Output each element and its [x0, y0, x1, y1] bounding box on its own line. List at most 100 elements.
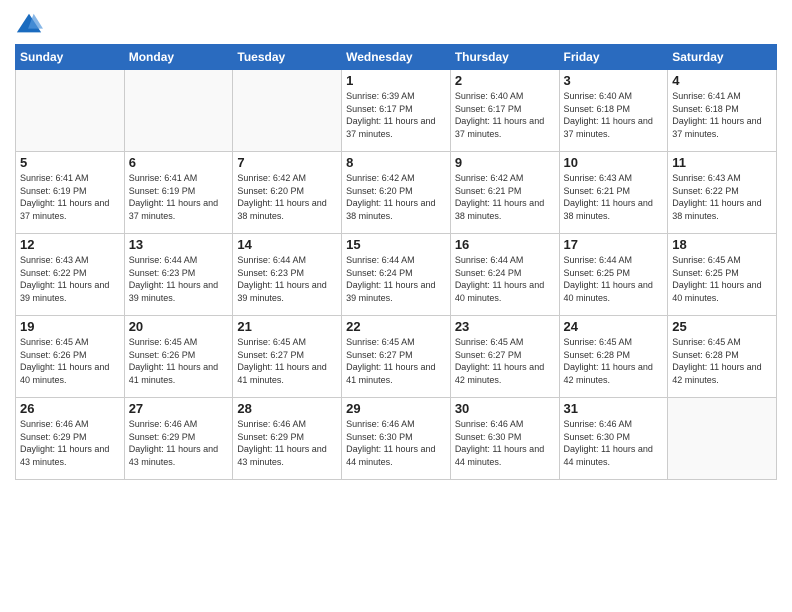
day-info: Sunrise: 6:41 AMSunset: 6:18 PMDaylight:… [672, 90, 772, 140]
day-info: Sunrise: 6:46 AMSunset: 6:29 PMDaylight:… [237, 418, 337, 468]
weekday-header: Monday [124, 45, 233, 70]
day-info: Sunrise: 6:43 AMSunset: 6:22 PMDaylight:… [20, 254, 120, 304]
calendar-week-row: 5 Sunrise: 6:41 AMSunset: 6:19 PMDaylight… [16, 152, 777, 234]
calendar-cell: 1 Sunrise: 6:39 AMSunset: 6:17 PMDaylight… [342, 70, 451, 152]
weekday-header: Saturday [668, 45, 777, 70]
day-info: Sunrise: 6:45 AMSunset: 6:27 PMDaylight:… [346, 336, 446, 386]
day-info: Sunrise: 6:42 AMSunset: 6:21 PMDaylight:… [455, 172, 555, 222]
calendar-cell: 30 Sunrise: 6:46 AMSunset: 6:30 PMDayligh… [450, 398, 559, 480]
calendar-cell: 3 Sunrise: 6:40 AMSunset: 6:18 PMDaylight… [559, 70, 668, 152]
day-info: Sunrise: 6:45 AMSunset: 6:27 PMDaylight:… [237, 336, 337, 386]
day-number: 11 [672, 155, 772, 170]
day-number: 19 [20, 319, 120, 334]
calendar-cell: 8Sunrise: 6:42 AMSunset: 6:20 PMDaylight… [342, 152, 451, 234]
day-info: Sunrise: 6:44 AMSunset: 6:23 PMDaylight:… [129, 254, 229, 304]
calendar-cell: 17Sunrise: 6:44 AMSunset: 6:25 PMDayligh… [559, 234, 668, 316]
day-info: Sunrise: 6:46 AMSunset: 6:30 PMDaylight:… [346, 418, 446, 468]
day-info: Sunrise: 6:45 AMSunset: 6:28 PMDaylight:… [564, 336, 664, 386]
calendar-cell: 26 Sunrise: 6:46 AMSunset: 6:29 PMDayligh… [16, 398, 125, 480]
day-info: Sunrise: 6:39 AMSunset: 6:17 PMDaylight:… [346, 90, 446, 140]
calendar-cell: 18Sunrise: 6:45 AMSunset: 6:25 PMDayligh… [668, 234, 777, 316]
day-info: Sunrise: 6:46 AMSunset: 6:29 PMDaylight:… [129, 418, 229, 468]
calendar-cell: 20 Sunrise: 6:45 AMSunset: 6:26 PMDayligh… [124, 316, 233, 398]
calendar-week-row: 12 Sunrise: 6:43 AMSunset: 6:22 PMDayligh… [16, 234, 777, 316]
day-number: 21 [237, 319, 337, 334]
weekday-header: Tuesday [233, 45, 342, 70]
calendar-cell: 12 Sunrise: 6:43 AMSunset: 6:22 PMDayligh… [16, 234, 125, 316]
day-number: 24 [564, 319, 664, 334]
calendar-cell: 13 Sunrise: 6:44 AMSunset: 6:23 PMDayligh… [124, 234, 233, 316]
day-info: Sunrise: 6:46 AMSunset: 6:30 PMDaylight:… [564, 418, 664, 468]
calendar-header-row: SundayMondayTuesdayWednesdayThursdayFrid… [16, 45, 777, 70]
calendar-cell: 6 Sunrise: 6:41 AMSunset: 6:19 PMDaylight… [124, 152, 233, 234]
calendar-cell: 14 Sunrise: 6:44 AMSunset: 6:23 PMDayligh… [233, 234, 342, 316]
day-number: 3 [564, 73, 664, 88]
calendar-cell [16, 70, 125, 152]
day-number: 13 [129, 237, 229, 252]
day-info: Sunrise: 6:41 AMSunset: 6:19 PMDaylight:… [20, 172, 120, 222]
weekday-header: Friday [559, 45, 668, 70]
logo [15, 10, 47, 38]
day-number: 31 [564, 401, 664, 416]
day-number: 2 [455, 73, 555, 88]
calendar-cell: 15Sunrise: 6:44 AMSunset: 6:24 PMDayligh… [342, 234, 451, 316]
calendar-cell: 27 Sunrise: 6:46 AMSunset: 6:29 PMDayligh… [124, 398, 233, 480]
day-number: 30 [455, 401, 555, 416]
day-number: 1 [346, 73, 446, 88]
calendar-week-row: 19 Sunrise: 6:45 AMSunset: 6:26 PMDayligh… [16, 316, 777, 398]
calendar-cell: 21 Sunrise: 6:45 AMSunset: 6:27 PMDayligh… [233, 316, 342, 398]
day-info: Sunrise: 6:45 AMSunset: 6:25 PMDaylight:… [672, 254, 772, 304]
day-number: 16 [455, 237, 555, 252]
day-info: Sunrise: 6:45 AMSunset: 6:28 PMDaylight:… [672, 336, 772, 386]
calendar-cell: 25Sunrise: 6:45 AMSunset: 6:28 PMDayligh… [668, 316, 777, 398]
day-info: Sunrise: 6:42 AMSunset: 6:20 PMDaylight:… [346, 172, 446, 222]
day-info: Sunrise: 6:46 AMSunset: 6:29 PMDaylight:… [20, 418, 120, 468]
day-info: Sunrise: 6:45 AMSunset: 6:26 PMDaylight:… [129, 336, 229, 386]
day-number: 10 [564, 155, 664, 170]
day-info: Sunrise: 6:45 AMSunset: 6:27 PMDaylight:… [455, 336, 555, 386]
day-info: Sunrise: 6:42 AMSunset: 6:20 PMDaylight:… [237, 172, 337, 222]
calendar-cell: 11 Sunrise: 6:43 AMSunset: 6:22 PMDayligh… [668, 152, 777, 234]
calendar-cell [233, 70, 342, 152]
day-number: 4 [672, 73, 772, 88]
day-number: 5 [20, 155, 120, 170]
calendar-cell: 10 Sunrise: 6:43 AMSunset: 6:21 PMDayligh… [559, 152, 668, 234]
day-number: 26 [20, 401, 120, 416]
weekday-header: Wednesday [342, 45, 451, 70]
day-info: Sunrise: 6:45 AMSunset: 6:26 PMDaylight:… [20, 336, 120, 386]
day-number: 22 [346, 319, 446, 334]
day-number: 6 [129, 155, 229, 170]
calendar-cell: 31 Sunrise: 6:46 AMSunset: 6:30 PMDayligh… [559, 398, 668, 480]
header [15, 10, 777, 38]
calendar-cell: 4 Sunrise: 6:41 AMSunset: 6:18 PMDaylight… [668, 70, 777, 152]
calendar-cell: 19 Sunrise: 6:45 AMSunset: 6:26 PMDayligh… [16, 316, 125, 398]
day-number: 7 [237, 155, 337, 170]
calendar-cell: 2 Sunrise: 6:40 AMSunset: 6:17 PMDaylight… [450, 70, 559, 152]
day-info: Sunrise: 6:46 AMSunset: 6:30 PMDaylight:… [455, 418, 555, 468]
weekday-header: Thursday [450, 45, 559, 70]
day-info: Sunrise: 6:40 AMSunset: 6:18 PMDaylight:… [564, 90, 664, 140]
day-info: Sunrise: 6:40 AMSunset: 6:17 PMDaylight:… [455, 90, 555, 140]
day-number: 20 [129, 319, 229, 334]
day-info: Sunrise: 6:43 AMSunset: 6:21 PMDaylight:… [564, 172, 664, 222]
calendar-cell: 24 Sunrise: 6:45 AMSunset: 6:28 PMDayligh… [559, 316, 668, 398]
calendar-week-row: 1 Sunrise: 6:39 AMSunset: 6:17 PMDaylight… [16, 70, 777, 152]
day-info: Sunrise: 6:41 AMSunset: 6:19 PMDaylight:… [129, 172, 229, 222]
calendar-cell: 29 Sunrise: 6:46 AMSunset: 6:30 PMDayligh… [342, 398, 451, 480]
calendar-cell: 7 Sunrise: 6:42 AMSunset: 6:20 PMDaylight… [233, 152, 342, 234]
calendar-cell: 28Sunrise: 6:46 AMSunset: 6:29 PMDayligh… [233, 398, 342, 480]
calendar-cell: 9Sunrise: 6:42 AMSunset: 6:21 PMDaylight… [450, 152, 559, 234]
day-number: 27 [129, 401, 229, 416]
day-number: 12 [20, 237, 120, 252]
day-info: Sunrise: 6:44 AMSunset: 6:23 PMDaylight:… [237, 254, 337, 304]
day-info: Sunrise: 6:44 AMSunset: 6:24 PMDaylight:… [455, 254, 555, 304]
calendar-cell: 5 Sunrise: 6:41 AMSunset: 6:19 PMDaylight… [16, 152, 125, 234]
day-number: 29 [346, 401, 446, 416]
day-info: Sunrise: 6:43 AMSunset: 6:22 PMDaylight:… [672, 172, 772, 222]
calendar-week-row: 26 Sunrise: 6:46 AMSunset: 6:29 PMDayligh… [16, 398, 777, 480]
day-number: 23 [455, 319, 555, 334]
day-info: Sunrise: 6:44 AMSunset: 6:24 PMDaylight:… [346, 254, 446, 304]
calendar-cell [668, 398, 777, 480]
day-number: 14 [237, 237, 337, 252]
calendar-cell: 16 Sunrise: 6:44 AMSunset: 6:24 PMDayligh… [450, 234, 559, 316]
